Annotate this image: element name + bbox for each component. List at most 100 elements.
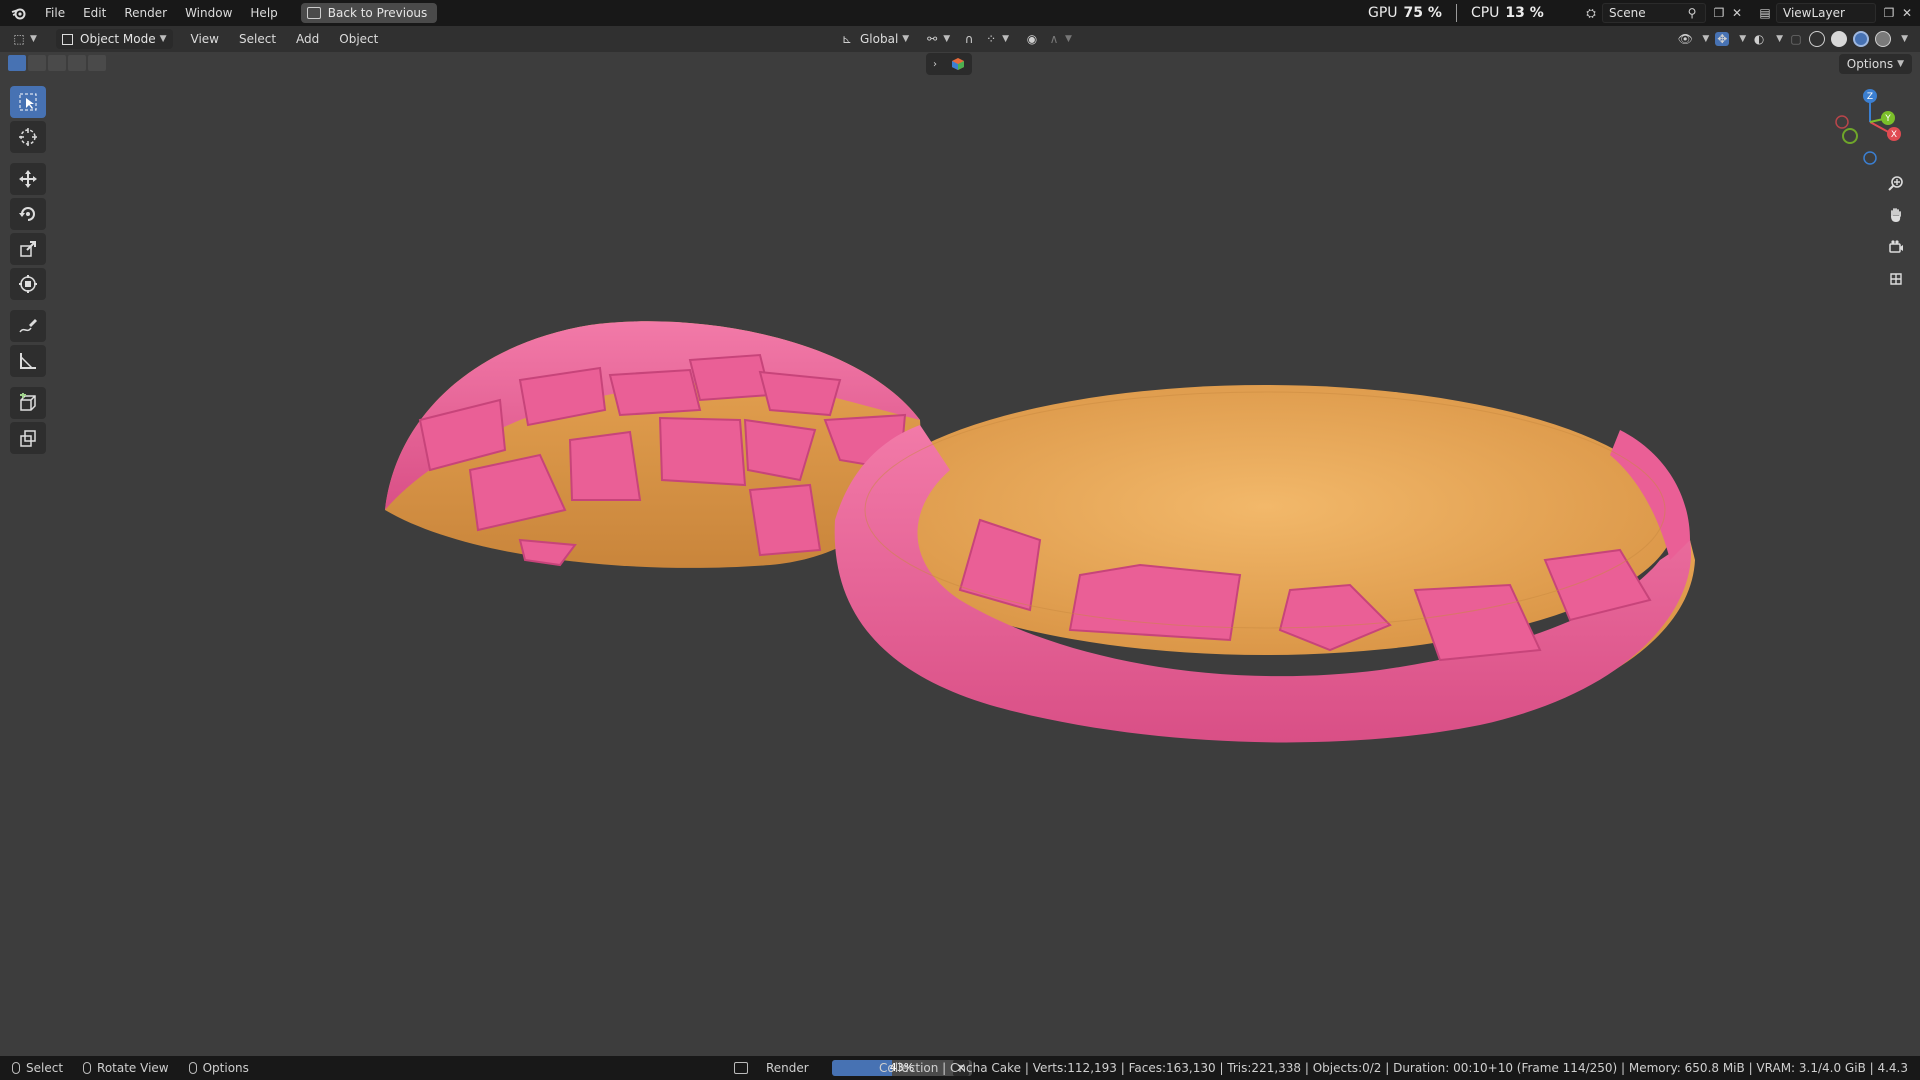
select-new-mode[interactable] [8, 55, 26, 71]
view-layer-field[interactable]: ViewLayer [1776, 3, 1876, 23]
falloff-icon: ∧ [1049, 32, 1059, 46]
options-dropdown[interactable]: Options ▼ [1838, 54, 1912, 74]
pin-icon[interactable]: ⚲ [1685, 6, 1699, 20]
hint-options-label: Options [202, 1061, 249, 1075]
back-to-previous-button[interactable]: Back to Previous [300, 3, 438, 23]
menu-file[interactable]: File [36, 0, 74, 26]
transform-orientation-dropdown[interactable]: ⊾ Global ▼ [836, 29, 913, 49]
viewport-scene[interactable] [0, 0, 1920, 1080]
extrude-tool[interactable] [10, 422, 46, 454]
left-concha [385, 321, 921, 568]
menu-help[interactable]: Help [241, 0, 286, 26]
menu-view[interactable]: View [181, 32, 229, 46]
overlays-icon[interactable]: ◐ [1752, 32, 1766, 46]
y-axis-label: Y [1884, 114, 1891, 124]
neg-y-handle[interactable] [1842, 128, 1858, 144]
view-layer-icon[interactable]: ▤ [1758, 6, 1772, 20]
falloff-dropdown[interactable]: ∧ ▼ [1043, 29, 1076, 49]
pivot-icon: ⚯ [927, 32, 938, 46]
neg-z-handle[interactable] [1863, 151, 1877, 165]
visibility-icon[interactable]: 👁 [1678, 32, 1693, 46]
chevron-down-icon: ▼ [1702, 34, 1710, 44]
back-to-previous-label: Back to Previous [327, 6, 428, 20]
z-axis-label: Z [1867, 92, 1873, 102]
menu-window[interactable]: Window [176, 0, 241, 26]
asset-shelf-tab[interactable]: › [926, 53, 972, 75]
chevron-down-icon: ▼ [1739, 34, 1747, 44]
xray-icon[interactable]: ▢ [1789, 32, 1803, 46]
delete-view-layer-icon[interactable]: ✕ [1900, 6, 1914, 20]
transform-tool[interactable] [10, 268, 46, 300]
hand-icon[interactable] [1883, 202, 1909, 228]
move-icon [19, 170, 37, 188]
camera-icon[interactable] [1883, 234, 1909, 260]
render-icon [734, 1062, 748, 1074]
editor-type-button[interactable]: ⬚ ▼ [12, 32, 42, 46]
hint-rotate-view-label: Rotate View [97, 1061, 169, 1075]
new-view-layer-icon[interactable]: ❐ [1882, 6, 1896, 20]
right-concha [834, 385, 1695, 743]
stats-divider [1455, 4, 1457, 22]
add-cube-icon [20, 393, 36, 411]
scene-field[interactable]: Scene ⚲ [1602, 3, 1706, 23]
menu-edit[interactable]: Edit [74, 0, 115, 26]
move-tool[interactable] [10, 163, 46, 195]
gpu-label: GPU [1368, 5, 1398, 21]
mouse-right-icon [188, 1062, 197, 1074]
cursor-tool[interactable] [10, 121, 46, 153]
menu-render[interactable]: Render [115, 0, 176, 26]
select-invert-mode[interactable] [68, 55, 86, 71]
asset-cube-icon [952, 58, 964, 70]
cursor-icon [19, 128, 37, 146]
select-intersect-mode[interactable] [88, 55, 106, 71]
scene-selector: ⛭ Scene ⚲ ❐ ✕ ▤ ViewLayer ❐ ✕ [1584, 3, 1914, 23]
solid-shading-icon[interactable] [1831, 31, 1848, 47]
scale-tool[interactable] [10, 233, 46, 265]
chevron-right-icon: › [933, 58, 937, 70]
select-extend-mode[interactable] [28, 55, 46, 71]
measure-icon [20, 353, 36, 369]
menu-add[interactable]: Add [286, 32, 329, 46]
hint-select: Select [12, 1061, 63, 1075]
chevron-down-icon: ▼ [943, 34, 951, 44]
back-icon [306, 7, 321, 19]
chevron-down-icon: ▼ [1897, 59, 1904, 69]
annotate-tool[interactable] [10, 310, 46, 342]
scale-icon [20, 241, 36, 257]
rendered-shading-icon[interactable] [1875, 31, 1892, 47]
blender-logo-icon[interactable] [10, 4, 28, 22]
zoom-icon[interactable] [1883, 170, 1909, 196]
gpu-cpu-stats: GPU 75 % CPU 13 % [1368, 0, 1544, 26]
menu-select[interactable]: Select [229, 32, 286, 46]
select-subtract-mode[interactable] [48, 55, 66, 71]
x-axis-label: X [1891, 130, 1897, 140]
navigation-gizmo[interactable]: Z Y X [1830, 88, 1910, 168]
transform-orientation-label: Global [860, 32, 899, 46]
editor-type-icon: ⬚ [13, 32, 25, 46]
measure-tool[interactable] [10, 345, 46, 377]
pivot-dropdown[interactable]: ⚯ ▼ [921, 29, 954, 49]
snap-target-dropdown[interactable]: ⁘ ▼ [980, 29, 1013, 49]
scene-name: Scene [1609, 6, 1646, 20]
gizmo-toggle-icon[interactable]: ✥ [1715, 32, 1730, 46]
grid-icon[interactable] [1883, 266, 1909, 292]
neg-x-handle[interactable] [1835, 115, 1849, 129]
rotate-tool[interactable] [10, 198, 46, 230]
scene-icon[interactable]: ⛭ [1584, 6, 1598, 20]
material-shading-icon[interactable] [1853, 31, 1870, 47]
wireframe-shading-icon[interactable] [1809, 31, 1826, 47]
delete-scene-icon[interactable]: ✕ [1730, 6, 1744, 20]
mouse-left-icon [12, 1062, 20, 1074]
top-bar: File Edit Render Window Help Back to Pre… [0, 0, 1920, 26]
chevron-down-icon: ▼ [1776, 34, 1784, 44]
rotate-icon [19, 207, 35, 221]
new-scene-icon[interactable]: ❐ [1712, 6, 1726, 20]
add-cube-tool[interactable] [10, 387, 46, 419]
select-box-tool[interactable] [10, 86, 46, 118]
tool-shelf [8, 86, 48, 457]
snap-toggle[interactable]: ∩ [958, 29, 980, 49]
object-mode-dropdown[interactable]: Object Mode ▼ [56, 29, 173, 49]
mouse-middle-icon [83, 1062, 92, 1074]
proportional-edit-toggle[interactable]: ◉ [1021, 29, 1043, 49]
menu-object[interactable]: Object [329, 32, 388, 46]
